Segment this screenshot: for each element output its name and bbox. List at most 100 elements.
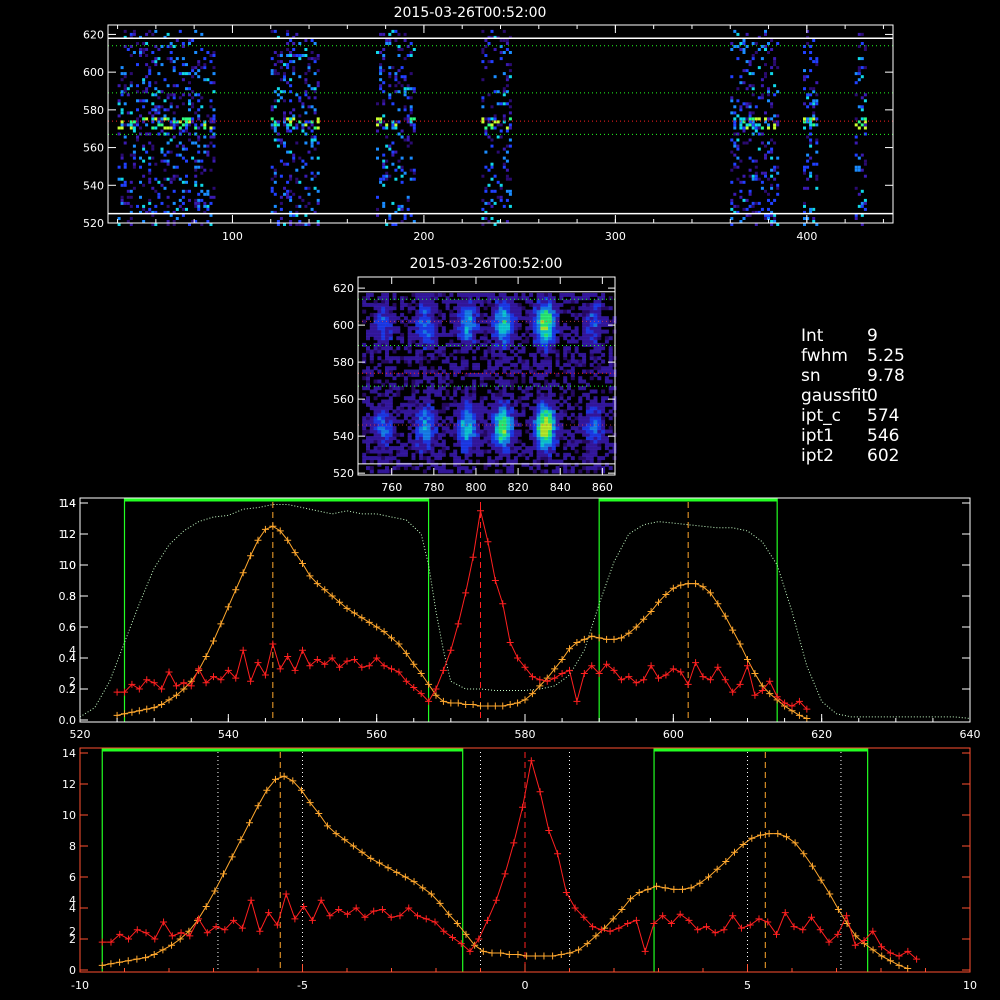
heatmap-pixel [381, 399, 386, 404]
heatmap-pixel [197, 159, 201, 163]
heatmap-pixel [536, 362, 541, 367]
heatmap-pixel [481, 117, 485, 121]
heatmap-pixel [123, 180, 127, 184]
heatmap-pixel [748, 60, 752, 64]
info-key: sn [801, 366, 821, 386]
heatmap-pixel [129, 123, 133, 127]
heatmap-pixel [310, 144, 314, 148]
heatmap-pixel [739, 195, 743, 199]
heatmap-pixel [601, 396, 606, 401]
heatmap-pixel [206, 192, 210, 196]
x-tick-label: 5 [744, 979, 751, 992]
heatmap-pixel [502, 156, 506, 160]
heatmap-pixel [491, 292, 496, 297]
heatmap-pixel [301, 159, 305, 163]
heatmap-pixel [460, 406, 465, 411]
heatmap-pixel [730, 96, 734, 100]
heatmap-pixel [209, 126, 213, 130]
heatmap-pixel [751, 177, 755, 181]
heatmap-pixel [751, 87, 755, 91]
heatmap-pixel [313, 174, 317, 178]
heatmap-pixel [139, 48, 142, 51]
heatmap-pixel [132, 165, 136, 169]
heatmap-pixel [567, 339, 571, 344]
heatmap-pixel [270, 126, 274, 130]
heatmap-pixel [276, 54, 280, 57]
heatmap-pixel [733, 141, 737, 145]
heatmap-pixel [415, 309, 420, 314]
heatmap-pixel [494, 379, 499, 384]
heatmap-pixel [578, 406, 583, 411]
heatmap-pixel [809, 138, 813, 142]
heatmap-pixel [806, 93, 810, 97]
heatmap-pixel [532, 406, 537, 411]
heatmap-pixel [148, 162, 152, 166]
heatmap-pixel [517, 452, 522, 457]
heatmap-pixel [310, 156, 314, 160]
heatmap-pixel [307, 84, 311, 88]
heatmap-pixel [185, 123, 188, 127]
heatmap-pixel [397, 32, 401, 36]
heatmap-pixel [279, 54, 283, 57]
heatmap-pixel [403, 409, 408, 414]
heatmap-pixel [203, 168, 207, 172]
heatmap-pixel [397, 207, 401, 211]
heatmap-pixel [809, 57, 813, 61]
heatmap-pixel [803, 126, 806, 130]
heatmap-pixel [163, 99, 167, 103]
heatmap-pixel [484, 117, 488, 121]
heatmap-pixel [392, 416, 397, 421]
heatmap-pixel [574, 439, 579, 444]
heatmap-pixel [406, 117, 410, 121]
heatmap-pixel [739, 75, 743, 79]
heatmap-pixel [407, 302, 412, 307]
heatmap-pixel [385, 177, 389, 181]
heatmap-pixel [117, 102, 121, 106]
heatmap-pixel [191, 66, 195, 70]
heatmap-pixel [304, 72, 308, 76]
heatmap-pixel [536, 292, 541, 297]
heatmap-pixel [857, 126, 861, 130]
heatmap-pixel [160, 159, 164, 163]
heatmap-pixel [506, 416, 511, 421]
heatmap-pixel [483, 406, 488, 411]
heatmap-pixel [567, 429, 571, 434]
heatmap-pixel [185, 189, 188, 193]
heatmap-pixel [578, 306, 583, 311]
heatmap-pixel [484, 129, 488, 133]
heatmap-pixel [391, 123, 395, 127]
heatmap-pixel [197, 198, 201, 202]
heatmap-pixel [181, 123, 185, 127]
heatmap-pixel [760, 96, 764, 100]
heatmap-pixel [505, 177, 509, 181]
heatmap-pixel [154, 111, 158, 115]
x-tick-label: 600 [663, 728, 684, 741]
heatmap-pixel [273, 72, 277, 76]
heatmap-pixel [279, 201, 283, 205]
y-tick-label: 0.0 [59, 714, 77, 727]
heatmap-pixel [748, 111, 752, 115]
heatmap-pixel [206, 51, 210, 54]
heatmap-pixel [310, 105, 314, 109]
heatmap-pixel [464, 359, 469, 364]
heatmap-pixel [286, 63, 290, 67]
heatmap-pixel [145, 150, 149, 154]
heatmap-pixel [445, 416, 450, 421]
heatmap-pixel [513, 352, 518, 357]
heatmap-pixel [175, 39, 179, 42]
heatmap-pixel [453, 399, 458, 404]
heatmap-pixel [764, 75, 767, 79]
heatmap-pixel [739, 180, 743, 184]
heatmap-pixel [441, 359, 446, 364]
heatmap-pixel [396, 459, 401, 464]
heatmap-pixel [313, 42, 317, 45]
heatmap-pixel [521, 306, 526, 311]
heatmap-pixel [188, 198, 191, 202]
info-key: ipt_c [801, 406, 841, 426]
heatmap-pixel [601, 352, 606, 357]
heatmap-pixel [574, 449, 579, 454]
heatmap-pixel [166, 57, 170, 61]
heatmap-pixel [403, 117, 407, 121]
heatmap-pixel [194, 66, 198, 70]
heatmap-pixel [854, 168, 858, 172]
